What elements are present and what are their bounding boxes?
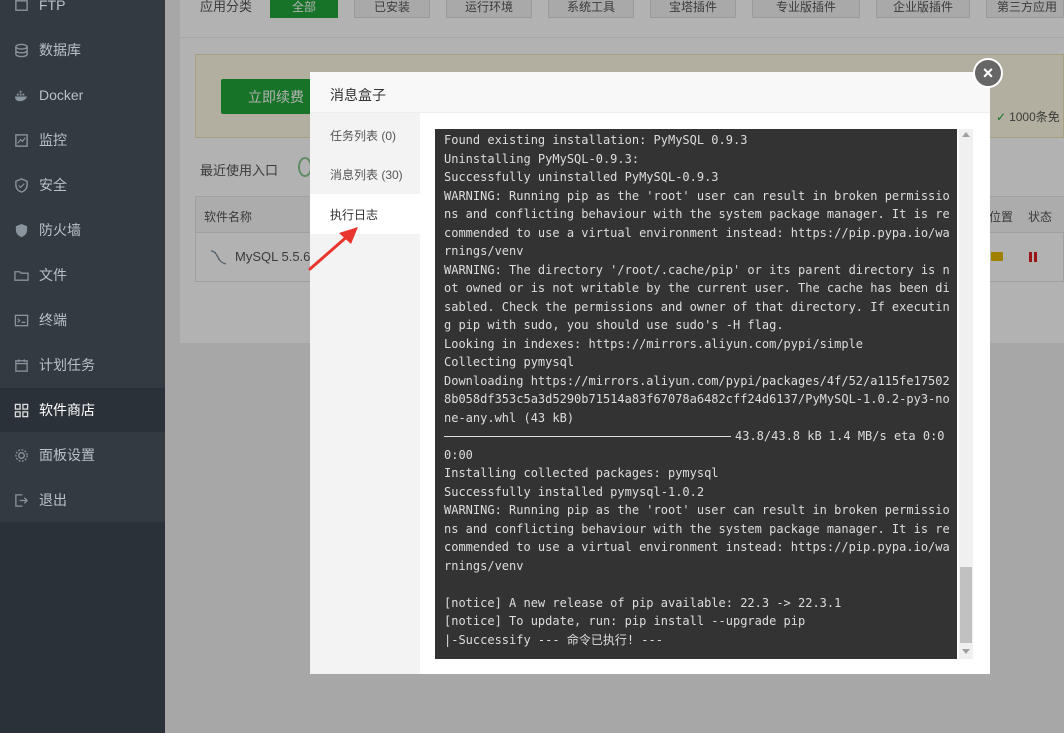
log-line: WARNING: Running pip as the 'root' user …: [444, 503, 950, 517]
log-line: commended to use a virtual environment i…: [444, 225, 950, 240]
grid-icon: [12, 401, 30, 419]
docker-icon: [12, 86, 30, 104]
console-scrollbar[interactable]: [959, 129, 973, 659]
shield-icon: [12, 176, 30, 194]
sidebar-item-database[interactable]: 数据库: [0, 28, 165, 72]
log-line: ot owned or is not writable by the curre…: [444, 281, 950, 295]
sidebar-item-cron[interactable]: 计划任务: [0, 343, 165, 387]
sidebar-item-store[interactable]: 软件商店: [0, 388, 165, 432]
log-line: ne-any.whl (43 kB): [444, 410, 575, 425]
log-line: Installing collected packages: pymysql: [444, 466, 719, 480]
sidebar-item-label: 软件商店: [39, 402, 95, 418]
log-line: Looking in indexes: https://mirrors.aliy…: [444, 336, 864, 351]
sidebar-item-docker[interactable]: Docker: [0, 73, 165, 117]
progress-bar: [444, 436, 731, 437]
sidebar-item-settings[interactable]: 面板设置: [0, 433, 165, 477]
sidebar-item-label: Docker: [39, 87, 84, 103]
log-line: ns and conflicting behaviour with the sy…: [444, 521, 950, 536]
terminal-icon: [12, 311, 30, 329]
log-line: [notice] To update, run: pip install --u…: [444, 614, 806, 628]
sidebar-item-label: 防火墙: [39, 222, 81, 238]
progress-line: 43.8/43.8 kB 1.4 MB/s eta 0:0: [444, 427, 948, 446]
sidebar-item-security[interactable]: 安全: [0, 163, 165, 207]
log-line: 0:00: [444, 447, 473, 462]
log-line: [notice] A new release of pip available:…: [444, 595, 842, 610]
folder-icon: [12, 266, 30, 284]
scroll-down-icon[interactable]: [962, 649, 970, 654]
log-line: Downloading https://mirrors.aliyun.com/p…: [444, 373, 950, 388]
firewall-icon: [12, 221, 30, 239]
log-line: |-Successify --- 命令已执行! ---: [444, 632, 663, 647]
log-line: WARNING: The directory '/root/.cache/pip…: [444, 262, 950, 277]
sidebar-item-terminal[interactable]: 终端: [0, 298, 165, 342]
sidebar-item-ftp[interactable]: FTP: [0, 0, 165, 27]
log-line: WARNING: Running pip as the 'root' user …: [444, 188, 950, 203]
tab-message-list[interactable]: 消息列表 (30): [310, 154, 420, 194]
sidebar-item-label: 终端: [39, 312, 67, 328]
log-line: commended to use a virtual environment i…: [444, 540, 950, 554]
sidebar-item-label: 安全: [39, 177, 67, 193]
log-line: 8b058df353c5a3d5290b71514a83f67078a6482c…: [444, 392, 950, 406]
close-button[interactable]: ×: [973, 58, 1003, 88]
scroll-up-icon[interactable]: [962, 132, 970, 137]
tab-task-list[interactable]: 任务列表 (0): [310, 115, 420, 155]
log-line: Collecting pymysql: [444, 355, 575, 369]
calendar-icon: [12, 356, 30, 374]
sidebar-item-label: FTP: [39, 0, 66, 13]
exec-log-console[interactable]: Found existing installation: PyMySQL 0.9…: [435, 129, 957, 659]
database-icon: [12, 41, 30, 59]
sidebar-item-label: 退出: [39, 492, 67, 508]
sidebar-item-label: 数据库: [39, 42, 81, 58]
log-line: g pip with sudo, you should use sudo's -…: [444, 318, 784, 332]
log-line: Found existing installation: PyMySQL 0.9…: [444, 133, 748, 147]
sidebar-item-firewall[interactable]: 防火墙: [0, 208, 165, 252]
sidebar: FTP 数据库 Docker 监控 安全 防火墙 文件 终端 计划任务 软件商店…: [0, 0, 165, 733]
sidebar-item-label: 文件: [39, 267, 67, 283]
gear-icon: [12, 446, 30, 464]
sidebar-item-label: 监控: [39, 132, 67, 148]
scroll-thumb[interactable]: [960, 567, 972, 643]
logout-icon: [12, 491, 30, 509]
sidebar-item-label: 计划任务: [39, 357, 95, 373]
sidebar-item-files[interactable]: 文件: [0, 253, 165, 297]
monitor-icon: [12, 131, 30, 149]
log-line: rnings/venv: [444, 244, 524, 258]
log-line: Successfully installed pymysql-1.0.2: [444, 484, 705, 499]
sidebar-item-logout[interactable]: 退出: [0, 478, 165, 522]
log-line: Uninstalling PyMySQL-0.9.3:: [444, 151, 640, 166]
modal-header: 消息盒子: [310, 72, 990, 113]
modal-tabs: 任务列表 (0) 消息列表 (30) 执行日志: [310, 113, 420, 674]
ftp-icon: [12, 0, 30, 14]
modal-title: 消息盒子: [330, 87, 386, 103]
red-arrow-annotation: [308, 227, 358, 271]
log-line: Successfully uninstalled PyMySQL-0.9.3: [444, 170, 719, 184]
log-line: rnings/venv: [444, 558, 524, 573]
sidebar-item-label: 面板设置: [39, 447, 95, 463]
sidebar-bottom: [0, 522, 165, 733]
log-line: ns and conflicting behaviour with the sy…: [444, 207, 950, 221]
log-line: sabled. Check the permissions and owner …: [444, 299, 950, 314]
sidebar-item-monitor[interactable]: 监控: [0, 118, 165, 162]
